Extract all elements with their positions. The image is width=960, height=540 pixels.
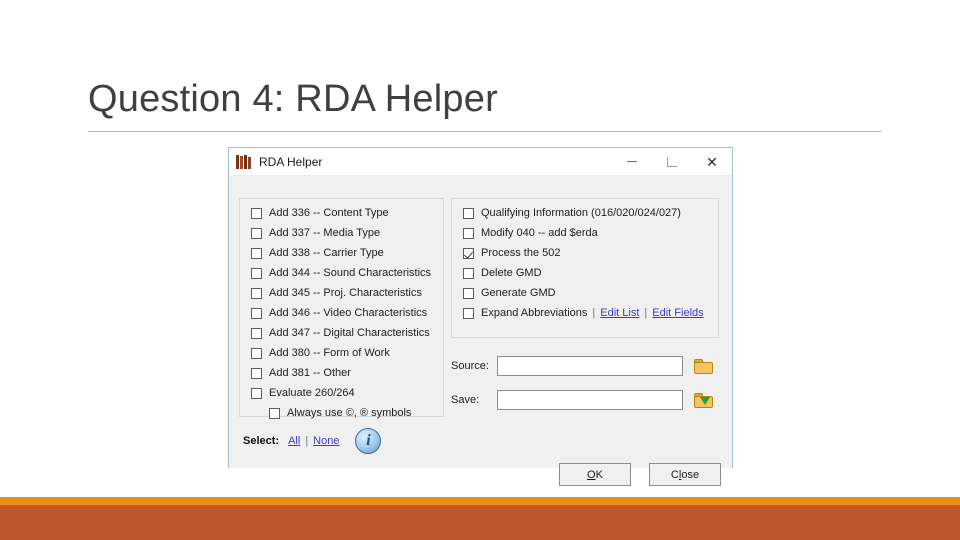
- checkbox-add-338[interactable]: [251, 247, 262, 259]
- list-item[interactable]: Delete GMD: [452, 263, 718, 283]
- list-item[interactable]: Process the 502: [452, 243, 718, 263]
- window-body: Add 336 -- Content Type Add 337 -- Media…: [229, 176, 732, 486]
- accent-bar-light: [0, 497, 960, 505]
- checkbox-add-381[interactable]: [251, 367, 262, 379]
- checkbox-evaluate-260-264[interactable]: [251, 387, 262, 399]
- left-options-panel: Add 336 -- Content Type Add 337 -- Media…: [239, 198, 444, 419]
- list-item[interactable]: Generate GMD: [452, 283, 718, 303]
- list-item-label: Add 347 -- Digital Characteristics: [269, 327, 430, 339]
- checkbox-modify-040[interactable]: [463, 227, 474, 239]
- list-item-label: Expand Abbreviations: [481, 307, 588, 319]
- title-divider: [88, 131, 881, 132]
- folder-save-icon[interactable]: [694, 392, 713, 408]
- folder-open-icon[interactable]: [694, 358, 713, 374]
- select-all-link[interactable]: All: [288, 435, 300, 447]
- window-title: RDA Helper: [259, 154, 323, 169]
- list-item[interactable]: Add 344 -- Sound Characteristics: [240, 263, 443, 283]
- books-icon: [236, 154, 251, 169]
- list-item-label: Modify 040 -- add $erda: [481, 227, 598, 239]
- checkbox-add-336[interactable]: [251, 207, 262, 219]
- list-item-label: Add 338 -- Carrier Type: [269, 247, 384, 259]
- checkbox-add-345[interactable]: [251, 287, 262, 299]
- select-label: Select:: [243, 435, 280, 447]
- list-item-label: Add 344 -- Sound Characteristics: [269, 267, 432, 279]
- list-item-label: Add 346 -- Video Characteristics: [269, 307, 428, 319]
- ok-accel-letter: O: [587, 468, 596, 481]
- list-item-label: Add 336 -- Content Type: [269, 207, 389, 219]
- list-item-label: Qualifying Information (016/020/024/027): [481, 207, 681, 219]
- list-item-label: Evaluate 260/264: [269, 387, 355, 399]
- list-item-label: Add 381 -- Other: [269, 367, 351, 379]
- window-controls: ✕: [612, 148, 732, 175]
- ok-label-rest: K: [595, 468, 603, 481]
- link-separator-before: |: [592, 307, 596, 319]
- list-item-label: Generate GMD: [481, 287, 556, 299]
- info-icon[interactable]: i: [355, 428, 382, 454]
- list-item[interactable]: Expand Abbreviations | Edit List | Edit …: [452, 303, 718, 323]
- minimize-icon[interactable]: [612, 148, 652, 175]
- list-item[interactable]: Add 346 -- Video Characteristics: [240, 303, 443, 323]
- close-button[interactable]: Cl ose: [649, 463, 721, 486]
- rda-helper-window: RDA Helper ✕ Add 336 -- Content Type Add…: [228, 147, 733, 486]
- source-input[interactable]: [497, 356, 683, 376]
- accent-bar-dark: [0, 505, 960, 540]
- checkbox-add-337[interactable]: [251, 227, 262, 239]
- source-field-row: Source:: [451, 356, 713, 376]
- close-label-first: C: [670, 468, 679, 481]
- checkbox-add-344[interactable]: [251, 267, 262, 279]
- page-title: Question 4: RDA Helper: [88, 78, 498, 120]
- list-item-label: Add 380 -- Form of Work: [269, 347, 390, 359]
- close-label-rest: ose: [681, 468, 700, 481]
- save-field-row: Save:: [451, 390, 713, 410]
- save-label: Save:: [451, 394, 480, 406]
- ok-button[interactable]: OK: [559, 463, 631, 486]
- close-icon[interactable]: ✕: [692, 148, 732, 175]
- window-titlebar: RDA Helper ✕: [229, 148, 732, 176]
- right-options-panel: Qualifying Information (016/020/024/027)…: [451, 198, 719, 338]
- maximize-icon[interactable]: [652, 148, 692, 175]
- checkbox-add-347[interactable]: [251, 327, 262, 339]
- list-item[interactable]: Add 381 -- Other: [240, 363, 443, 383]
- list-item-label: Delete GMD: [481, 267, 542, 279]
- list-item-label: Always use ©, ® symbols: [287, 407, 412, 419]
- list-item-label: Add 345 -- Proj. Characteristics: [269, 287, 422, 299]
- list-item[interactable]: Add 380 -- Form of Work: [240, 343, 443, 363]
- checkbox-add-346[interactable]: [251, 307, 262, 319]
- list-item[interactable]: Add 345 -- Proj. Characteristics: [240, 283, 443, 303]
- list-item[interactable]: Qualifying Information (016/020/024/027): [452, 203, 718, 223]
- list-item[interactable]: Add 337 -- Media Type: [240, 223, 443, 243]
- list-item[interactable]: Add 338 -- Carrier Type: [240, 243, 443, 263]
- save-input[interactable]: [497, 390, 683, 410]
- link-separator-between: |: [644, 307, 648, 319]
- checkbox-always-use-symbols[interactable]: [269, 407, 280, 419]
- list-item-label: Add 337 -- Media Type: [269, 227, 381, 239]
- select-separator: |: [305, 435, 309, 447]
- checkbox-add-380[interactable]: [251, 347, 262, 359]
- select-none-link[interactable]: None: [313, 435, 339, 447]
- list-item-label: Process the 502: [481, 247, 561, 259]
- list-item[interactable]: Add 336 -- Content Type: [240, 203, 443, 223]
- checkbox-expand-abbreviations[interactable]: [463, 307, 474, 319]
- list-item[interactable]: Modify 040 -- add $erda: [452, 223, 718, 243]
- checkbox-generate-gmd[interactable]: [463, 287, 474, 299]
- checkbox-process-the-502[interactable]: [463, 247, 474, 259]
- source-label: Source:: [451, 360, 489, 372]
- list-item[interactable]: Always use ©, ® symbols: [240, 403, 443, 423]
- checkbox-delete-gmd[interactable]: [463, 267, 474, 279]
- list-item[interactable]: Evaluate 260/264: [240, 383, 443, 403]
- edit-fields-link[interactable]: Edit Fields: [652, 307, 703, 319]
- select-row: Select: All | None i: [243, 428, 382, 454]
- edit-list-link[interactable]: Edit List: [600, 307, 639, 319]
- list-item[interactable]: Add 347 -- Digital Characteristics: [240, 323, 443, 343]
- checkbox-qualifying-information[interactable]: [463, 207, 474, 219]
